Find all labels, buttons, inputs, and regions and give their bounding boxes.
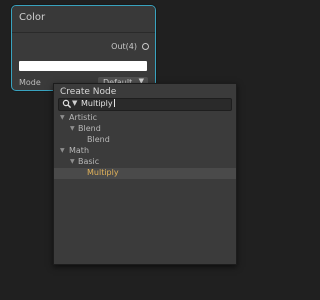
mode-label: Mode [19, 78, 41, 87]
search-field[interactable]: ▼ Multiply [58, 98, 232, 111]
search-options-chevron-icon[interactable]: ▼ [72, 99, 77, 107]
expanded-arrow-icon[interactable]: ▼ [70, 125, 75, 132]
color-node[interactable]: Color Out(4) Mode Default ▼ [11, 5, 156, 91]
output-port-label: Out(4) [111, 42, 137, 51]
create-node-popup: Create Node ▼ Multiply ▼ Artistic ▼ Blen… [53, 83, 237, 265]
color-field[interactable] [19, 61, 147, 71]
tree-item-label: Blend [87, 135, 110, 144]
tree-item-artistic[interactable]: ▼ Artistic [54, 113, 236, 124]
node-title: Color [19, 12, 46, 23]
popup-title: Create Node [60, 87, 117, 97]
tree-item-label: Basic [78, 157, 100, 166]
tree-item-basic[interactable]: ▼ Basic [54, 157, 236, 168]
tree-item-label: Blend [78, 124, 101, 133]
tree-item-multiply[interactable]: Multiply [54, 168, 236, 179]
search-input[interactable]: Multiply [81, 99, 115, 108]
expanded-arrow-icon[interactable]: ▼ [70, 158, 75, 165]
search-icon[interactable] [62, 99, 72, 109]
output-port-icon[interactable] [142, 43, 149, 50]
node-tree: ▼ Artistic ▼ Blend Blend ▼ Math ▼ Basic … [54, 113, 236, 179]
node-header[interactable]: Color [12, 6, 155, 33]
tree-item-label: Math [69, 146, 90, 155]
tree-item-blend-category[interactable]: ▼ Blend [54, 124, 236, 135]
tree-item-label: Artistic [69, 113, 98, 122]
expanded-arrow-icon[interactable]: ▼ [60, 114, 65, 121]
tree-item-math[interactable]: ▼ Math [54, 146, 236, 157]
expanded-arrow-icon[interactable]: ▼ [60, 147, 65, 154]
tree-item-label: Multiply [87, 168, 119, 177]
tree-item-blend[interactable]: Blend [54, 135, 236, 146]
